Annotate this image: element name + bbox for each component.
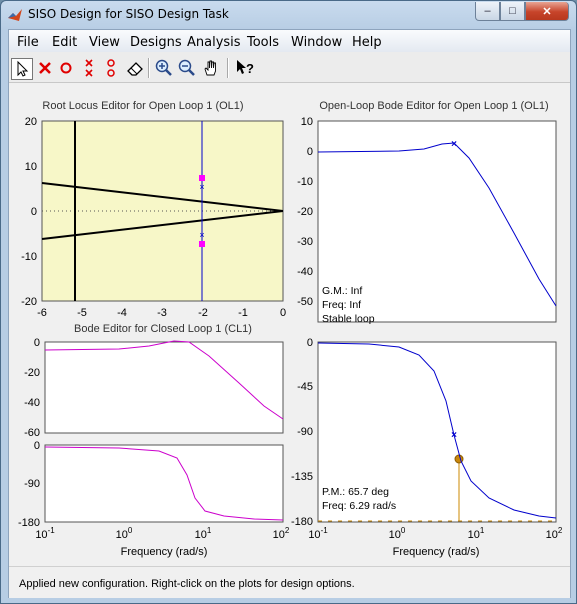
closed-loop-pole-marker[interactable] <box>199 175 205 181</box>
y-tick-label: -20 <box>297 206 313 218</box>
y-tick-label: 20 <box>25 116 37 128</box>
x-tick-label: -2 <box>198 307 208 319</box>
gain-margin-freq: Freq: Inf <box>322 299 361 311</box>
y-tick-label: -180 <box>291 516 313 528</box>
help-glyph: ? <box>246 61 254 76</box>
y-tick-label: -30 <box>297 236 313 248</box>
gain-margin-label: G.M.: Inf <box>322 285 362 297</box>
root-locus-title: Root Locus Editor for Open Loop 1 (OL1) <box>42 100 243 112</box>
freq-tick-label: 10-1 <box>35 526 55 541</box>
y-tick-label: -20 <box>21 296 37 308</box>
window-title: SISO Design for SISO Design Task <box>28 7 229 21</box>
zoom-in-icon[interactable] <box>154 58 174 78</box>
add-complex-zero-icon[interactable] <box>102 58 122 78</box>
close-window-button[interactable]: ✕ <box>525 2 569 21</box>
freq-tick-label: 100 <box>389 526 406 541</box>
y-tick-label: 10 <box>301 116 313 128</box>
stability-label: Stable loop <box>322 313 375 325</box>
select-arrow-icon[interactable] <box>11 58 33 80</box>
y-tick-label: -60 <box>24 427 40 439</box>
menu-analysis[interactable]: Analysis <box>187 35 241 50</box>
menu-designs[interactable]: Designs <box>130 35 182 50</box>
eraser-icon[interactable] <box>125 58 145 78</box>
menu-help[interactable]: Help <box>352 35 382 50</box>
menu-view[interactable]: View <box>89 35 120 50</box>
ol-bode-title: Open-Loop Bode Editor for Open Loop 1 (O… <box>319 100 548 112</box>
status-bar: Applied new configuration. Right-click o… <box>9 566 570 598</box>
freq-tick-label: 101 <box>195 526 212 541</box>
open-loop-pole-marker[interactable]: × <box>199 230 204 240</box>
y-tick-label: -180 <box>18 517 40 529</box>
figure-frame: File Edit View Designs Analysis Tools Wi… <box>8 29 571 598</box>
y-tick-label: 0 <box>307 337 313 349</box>
toolbar-separator <box>148 58 150 78</box>
y-tick-label: -10 <box>297 176 313 188</box>
maximize-button[interactable]: □ <box>500 2 525 21</box>
menu-tools[interactable]: Tools <box>247 35 279 50</box>
status-text: Applied new configuration. Right-click o… <box>19 578 355 590</box>
freq-tick-label: 102 <box>546 526 563 541</box>
y-tick-label: -20 <box>24 367 40 379</box>
closed-loop-pole-marker[interactable] <box>199 241 205 247</box>
y-tick-label: 0 <box>31 206 37 218</box>
phase-margin-label: P.M.: 65.7 deg <box>322 486 389 498</box>
y-tick-label: 0 <box>307 146 313 158</box>
y-tick-label: -45 <box>297 381 313 393</box>
plot-area: Root Locus Editor for Open Loop 1 (OL1) … <box>9 83 570 566</box>
open-loop-pole-marker[interactable]: × <box>199 182 204 192</box>
y-tick-label: 0 <box>34 440 40 452</box>
menu-window[interactable]: Window <box>291 35 342 50</box>
x-tick-label: -5 <box>77 307 87 319</box>
crossover-marker[interactable]: × <box>451 139 457 150</box>
cl-bode-title: Bode Editor for Closed Loop 1 (CL1) <box>74 323 252 335</box>
menu-edit[interactable]: Edit <box>52 35 77 50</box>
pan-hand-icon[interactable] <box>201 58 221 78</box>
add-zero-icon[interactable] <box>56 58 76 78</box>
x-tick-label: 0 <box>280 307 286 319</box>
menu-bar: File Edit View Designs Analysis Tools Wi… <box>9 30 570 52</box>
freq-tick-label: 10-1 <box>308 526 328 541</box>
minimize-icon: – <box>484 5 491 17</box>
y-tick-label: -90 <box>24 478 40 490</box>
x-tick-label: -4 <box>117 307 127 319</box>
menu-file[interactable]: File <box>17 35 39 50</box>
freq-tick-label: 101 <box>468 526 485 541</box>
toolbar: ? <box>9 52 570 83</box>
y-tick-label: -135 <box>291 471 313 483</box>
freq-tick-label: 102 <box>273 526 290 541</box>
y-tick-label: -50 <box>297 296 313 308</box>
title-bar: SISO Design for SISO Design Task – □ ✕ <box>1 1 576 29</box>
y-tick-label: 0 <box>34 337 40 349</box>
app-window: SISO Design for SISO Design Task – □ ✕ F… <box>0 0 577 604</box>
minimize-button[interactable]: – <box>475 2 500 21</box>
ol-x-axis-label: Frequency (rad/s) <box>393 546 480 558</box>
x-tick-label: -1 <box>238 307 248 319</box>
matlab-logo-icon <box>8 9 22 21</box>
x-tick-label: -6 <box>37 307 47 319</box>
y-tick-label: -40 <box>297 266 313 278</box>
y-tick-label: -10 <box>21 251 37 263</box>
plots-canvas: Root Locus Editor for Open Loop 1 (OL1) … <box>18 100 563 558</box>
cl-phase-axes[interactable] <box>44 444 284 523</box>
y-tick-label: -40 <box>24 397 40 409</box>
add-complex-pole-icon[interactable] <box>80 58 100 78</box>
maximize-icon: □ <box>509 5 516 17</box>
phase-crossover-marker[interactable]: × <box>451 430 457 441</box>
toolbar-separator <box>227 58 229 78</box>
freq-tick-label: 100 <box>116 526 133 541</box>
y-tick-label: 10 <box>25 161 37 173</box>
cl-mag-axes[interactable] <box>44 341 284 434</box>
y-tick-label: -90 <box>297 426 313 438</box>
add-pole-icon[interactable] <box>35 58 55 78</box>
cl-x-axis-label: Frequency (rad/s) <box>121 546 208 558</box>
zoom-out-icon[interactable] <box>177 58 197 78</box>
close-icon: ✕ <box>542 5 552 18</box>
whats-this-help-icon[interactable]: ? <box>235 58 255 78</box>
x-tick-label: -3 <box>157 307 167 319</box>
phase-margin-freq: Freq: 6.29 rad/s <box>322 500 396 512</box>
